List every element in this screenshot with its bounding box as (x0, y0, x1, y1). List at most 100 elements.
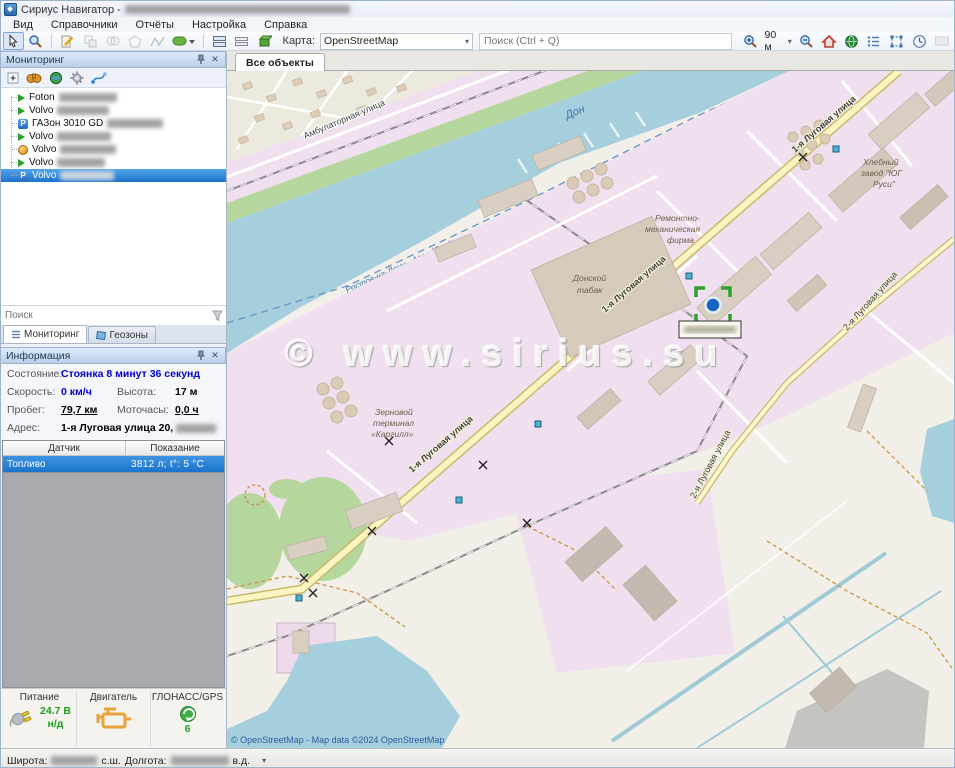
toolbar-search-input[interactable] (479, 33, 732, 50)
gear-icon[interactable] (70, 71, 84, 85)
pointer-tool-button[interactable] (3, 32, 24, 50)
vehicle-name: Volvo (29, 105, 53, 116)
expand-all-button[interactable] (7, 72, 19, 84)
menu-settings[interactable]: Настройка (184, 18, 254, 32)
info-panel-title: Информация (6, 350, 194, 362)
track-color-button[interactable] (170, 32, 197, 50)
chevron-down-icon: ▾ (465, 37, 469, 46)
zoom-scale-select[interactable]: 90 м ▾ (762, 29, 793, 53)
merge-tool-button[interactable] (102, 32, 123, 50)
zoom-tool-button[interactable] (26, 32, 47, 50)
map-select-label: Карта: (283, 35, 316, 47)
redacted-plate (107, 119, 163, 128)
message-button[interactable] (931, 32, 952, 50)
sensor-col-name[interactable]: Датчик (3, 441, 126, 455)
vehicle-name: ГАЗон 3010 GD (32, 118, 103, 129)
edit-map-button[interactable] (57, 32, 78, 50)
hours-value[interactable]: 0,0 ч (175, 404, 220, 416)
menu-view[interactable]: Вид (5, 18, 41, 32)
sensor-name: Топливо (3, 459, 125, 470)
monitoring-toolbar (1, 68, 226, 88)
globe-icon (844, 34, 859, 49)
zoom-scale-value: 90 м (764, 29, 785, 53)
poi-label: механическая (645, 224, 700, 234)
polygon-tool-button[interactable] (125, 32, 146, 50)
map-provider-value: OpenStreetMap (324, 35, 398, 47)
zoom-out-button[interactable] (796, 32, 817, 50)
redacted-plate (57, 106, 109, 115)
vehicle-row[interactable]: Volvo (1, 156, 226, 169)
poi-label: Ремонтно- (655, 213, 700, 223)
zoom-in-button[interactable] (740, 32, 761, 50)
group-tool-button[interactable] (80, 32, 101, 50)
home-button[interactable] (818, 32, 839, 50)
idle-status-icon (18, 145, 28, 155)
vehicle-name: Volvo (32, 170, 56, 181)
vehicle-row[interactable]: Volvo (1, 143, 226, 156)
engine-icon (94, 705, 134, 733)
tab-monitoring[interactable]: Мониторинг (3, 325, 87, 343)
left-panel: Мониторинг ✕ Foton (1, 51, 227, 748)
close-panel-button[interactable]: ✕ (208, 53, 222, 66)
toolbar-separator (203, 34, 204, 48)
close-panel-button[interactable]: ✕ (208, 349, 222, 362)
legend-button[interactable] (864, 32, 885, 50)
sensor-row-selected[interactable]: Топливо 3812 л; t°: 5 °C (3, 456, 224, 472)
sensor-table-empty-area (2, 473, 225, 688)
menu-directories[interactable]: Справочники (43, 18, 126, 32)
vehicle-row[interactable]: Volvo (1, 104, 226, 117)
vehicle-row[interactable]: Volvo (1, 130, 226, 143)
altitude-label: Высота: (117, 386, 175, 398)
map-area: Все объекты (227, 51, 954, 748)
home-icon (821, 34, 837, 49)
poi-label: Руси" (873, 179, 896, 189)
pin-button[interactable] (194, 53, 208, 66)
zoom-in-icon (743, 34, 758, 49)
merge-icon (105, 34, 120, 49)
vehicle-name: Volvo (32, 144, 56, 155)
show-on-map-icon[interactable] (49, 71, 63, 85)
vehicle-row[interactable]: P ГАЗон 3010 GD (1, 117, 226, 130)
vehicle-row-selected[interactable]: P Volvo (1, 169, 226, 182)
monitoring-panel-title: Мониторинг (6, 54, 194, 66)
binoculars-icon[interactable] (26, 71, 42, 84)
state-label: Состояние: (7, 368, 61, 380)
speed-label: Скорость: (7, 386, 61, 398)
pointer-icon (6, 34, 20, 48)
pin-icon (196, 350, 206, 361)
altitude-value: 17 м (175, 386, 220, 398)
track-route-icon[interactable] (91, 71, 107, 84)
rows-button[interactable] (231, 32, 252, 50)
power-label: Питание (20, 692, 59, 703)
redacted-plate (57, 132, 111, 141)
map-globe-button[interactable] (841, 32, 862, 50)
sensor-col-value[interactable]: Показание (126, 441, 224, 455)
history-button[interactable] (909, 32, 930, 50)
power-value: 24.7 В (40, 705, 71, 717)
fit-extent-button[interactable] (886, 32, 907, 50)
mileage-value[interactable]: 79,7 км (61, 404, 117, 416)
filter-icon[interactable] (210, 309, 224, 322)
map-tab-all-objects[interactable]: Все объекты (235, 53, 325, 71)
menu-reports[interactable]: Отчёты (128, 18, 182, 32)
objects-button[interactable] (254, 32, 275, 50)
longitude-units: в.д. (233, 755, 251, 767)
tree-search (1, 305, 226, 325)
vehicle-row[interactable]: Foton (1, 91, 226, 104)
tree-search-input[interactable] (3, 309, 210, 322)
status-bar: Широта: с.ш. Долгота: в.д. ▾ (1, 748, 954, 768)
tab-geozones[interactable]: Геозоны (88, 326, 156, 343)
map-provider-select[interactable]: OpenStreetMap ▾ (320, 33, 473, 50)
menu-help[interactable]: Справка (256, 18, 315, 32)
pin-button[interactable] (194, 349, 208, 362)
toolbar-separator (51, 34, 52, 48)
panels-button[interactable] (209, 32, 230, 50)
polyline-tool-button[interactable] (148, 32, 169, 50)
poi-label: терминал (373, 418, 414, 428)
map-canvas[interactable]: Амбулаторная улица Ростов-на-Дону - Азов… (227, 71, 954, 748)
power-plug-icon (8, 706, 34, 730)
statusbar-dropdown-icon[interactable]: ▾ (262, 756, 266, 765)
poi-label: Зерновой (375, 407, 413, 417)
map-tab-label: Все объекты (246, 57, 314, 69)
green-patch (269, 479, 305, 499)
